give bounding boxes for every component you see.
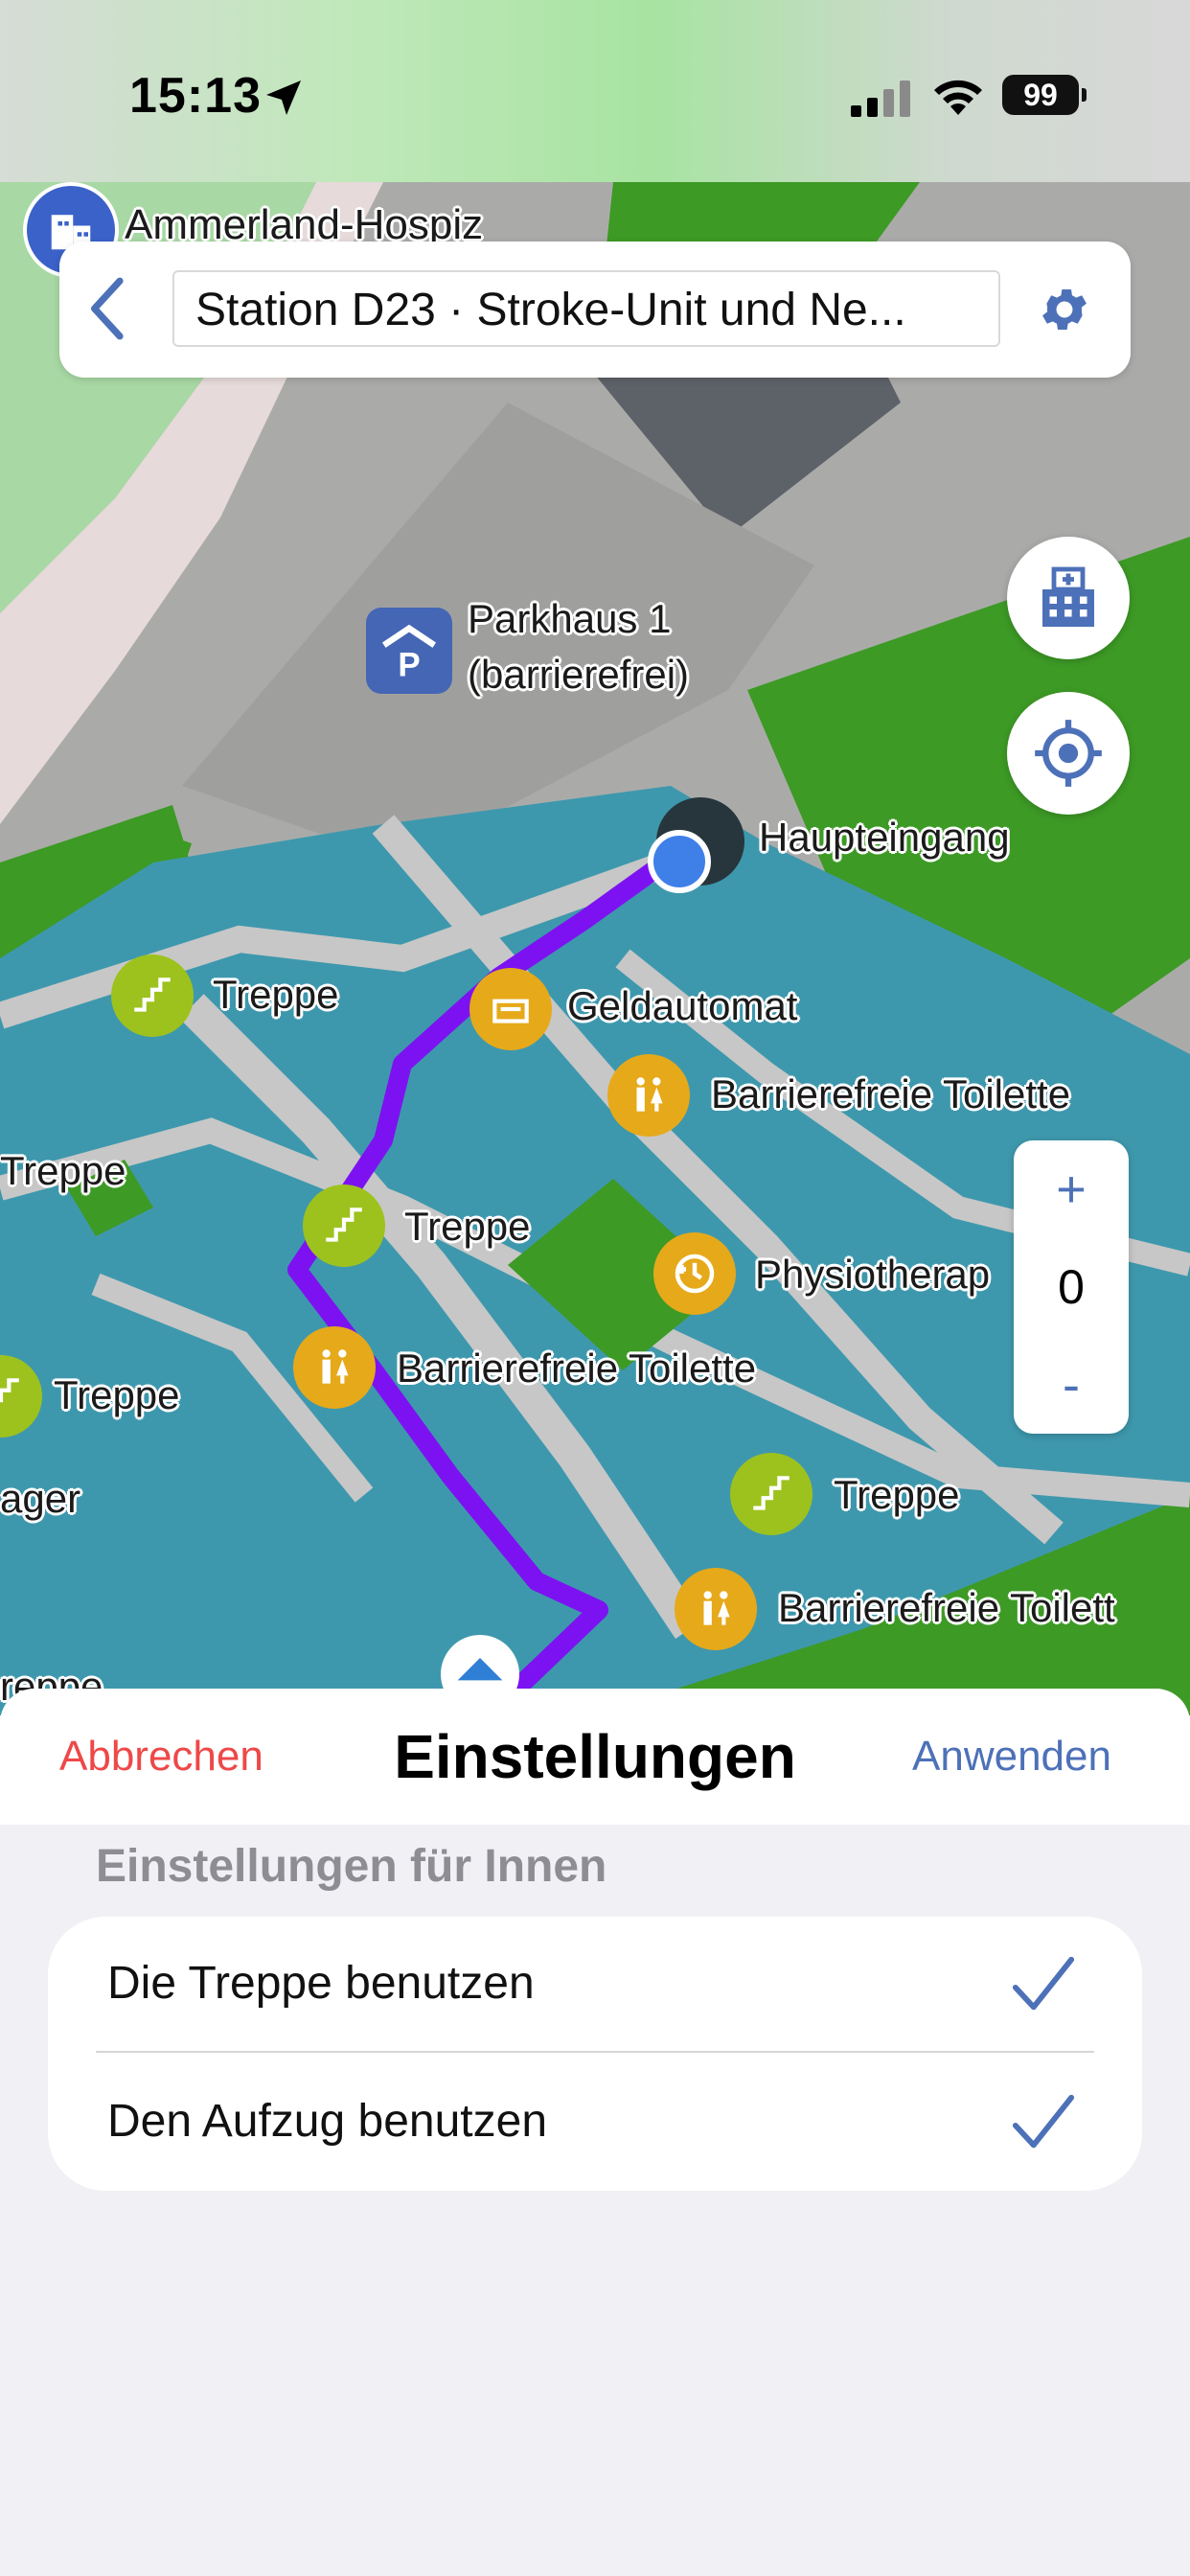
- map-label-parking-line2: (barrierefrei): [468, 652, 690, 697]
- current-location-dot: [648, 830, 711, 893]
- floor-level: 0: [1058, 1260, 1085, 1314]
- checkmark-icon: [1012, 2094, 1075, 2149]
- hospital-button[interactable]: [1007, 537, 1130, 659]
- option-label: Die Treppe benutzen: [107, 1958, 535, 2009]
- accessible-toilet-icon[interactable]: [293, 1326, 376, 1409]
- wifi-icon: [934, 80, 982, 115]
- map-canvas: [0, 182, 1190, 1715]
- atm-icon[interactable]: [469, 968, 552, 1050]
- floor-up-button[interactable]: +: [1014, 1160, 1129, 1219]
- battery-indicator: 99: [1002, 75, 1087, 115]
- map-label-treppe-2: Treppe: [404, 1204, 531, 1249]
- map-label-treppe-4: Treppe: [834, 1472, 960, 1517]
- back-icon[interactable]: [84, 274, 132, 343]
- option-label: Den Aufzug benutzen: [107, 2096, 548, 2147]
- map-label-physiotherapie: Physiotherap: [755, 1252, 991, 1297]
- apply-button[interactable]: Anwenden: [912, 1733, 1111, 1781]
- physiotherapy-icon[interactable]: [653, 1232, 736, 1315]
- map-label-haupteingang: Haupteingang: [759, 815, 1010, 860]
- map-label-treppe-3: Treppe: [54, 1372, 180, 1417]
- hospital-icon: [1042, 566, 1094, 627]
- map-label-parking-line1: Parkhaus 1: [468, 596, 672, 641]
- map-label-treppe-left: Treppe: [0, 1148, 126, 1193]
- svg-text:P: P: [398, 646, 420, 683]
- map-label-toilette-2: Barrierefreie Toilette: [397, 1346, 757, 1391]
- stairs-icon[interactable]: [111, 954, 194, 1037]
- search-input[interactable]: Station D23 · Stroke-Unit und Ne...: [172, 270, 1000, 347]
- accessible-toilet-icon[interactable]: [675, 1568, 757, 1650]
- accessible-toilet-icon[interactable]: [607, 1054, 690, 1137]
- location-arrow-icon: [266, 80, 301, 115]
- checkmark-icon: [1012, 1956, 1075, 2011]
- stairs-icon[interactable]: [303, 1184, 385, 1267]
- gear-icon[interactable]: [1037, 282, 1092, 337]
- status-time: 15:13: [129, 68, 262, 124]
- signal-icon: [851, 80, 910, 117]
- indoor-map[interactable]: [0, 182, 1190, 1715]
- locate-me-button[interactable]: [1007, 692, 1130, 815]
- floor-down-button[interactable]: -: [1014, 1355, 1129, 1414]
- section-header: Einstellungen für Innen: [96, 1841, 607, 1892]
- map-label-treppe-1: Treppe: [213, 972, 339, 1017]
- parking-icon[interactable]: P: [366, 608, 452, 694]
- map-label-toilette-1: Barrierefreie Toilette: [711, 1071, 1071, 1116]
- stairs-icon[interactable]: [730, 1453, 812, 1535]
- crosshair-icon: [1035, 720, 1102, 787]
- map-label-lager: ager: [0, 1476, 81, 1521]
- map-label-geldautomat: Geldautomat: [567, 983, 798, 1028]
- map-label-toilette-3: Barrierefreie Toilett: [778, 1585, 1115, 1630]
